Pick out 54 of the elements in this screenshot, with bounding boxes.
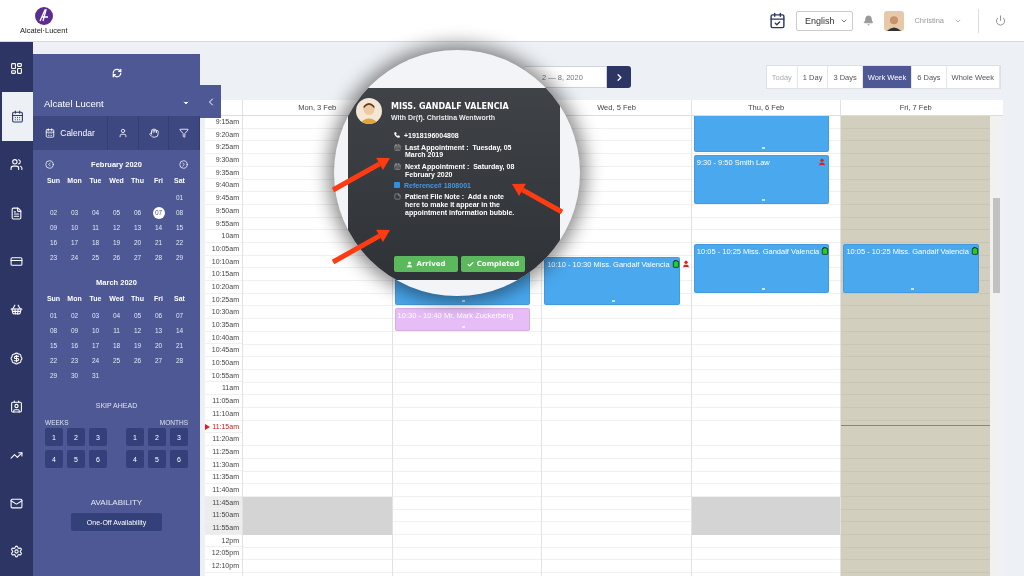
next-month-icon[interactable] [179, 159, 188, 169]
calendar-icon [11, 110, 24, 124]
resize-handle[interactable] [761, 198, 765, 201]
nav-item[interactable] [0, 92, 33, 141]
calendar-icon [394, 143, 401, 151]
filter-icon [179, 128, 190, 138]
card-icon [10, 255, 23, 269]
patient-name: MISS. GANDALF VALENCIA [391, 101, 509, 111]
resize-handle[interactable] [911, 287, 915, 290]
check-icon [466, 260, 474, 268]
scrollbar[interactable] [990, 116, 1003, 576]
clipboard-icon [970, 247, 979, 255]
appointment[interactable] [693, 116, 830, 153]
people-icon [10, 158, 23, 172]
clipboard-icon [671, 259, 680, 268]
resize-handle[interactable] [612, 300, 615, 303]
notification-icon[interactable] [863, 15, 875, 26]
calendar-icon [394, 163, 401, 171]
calendar-check-icon[interactable] [768, 12, 786, 29]
settings-icon [10, 545, 23, 559]
pointer-arrow [331, 229, 390, 265]
basket-icon [10, 303, 23, 317]
logo-icon [34, 6, 53, 25]
document-icon [10, 206, 23, 220]
next-button[interactable] [607, 66, 631, 88]
previous-month-icon[interactable] [45, 159, 54, 169]
dashboard-icon [10, 61, 23, 75]
note-icon [394, 193, 401, 201]
scroll-thumb[interactable] [993, 198, 1000, 293]
power-icon[interactable] [995, 15, 1006, 26]
language-select[interactable]: English [795, 10, 854, 31]
hand-clock-icon [148, 128, 159, 138]
resize-handle[interactable] [462, 325, 466, 328]
dollar-icon [10, 351, 23, 365]
phone-icon [394, 132, 400, 138]
avatar[interactable] [884, 10, 905, 31]
organization-select[interactable]: Alcatel Lucent [33, 92, 200, 114]
contact-card-icon [10, 400, 23, 414]
person-icon [681, 259, 690, 268]
caret-icon [182, 99, 190, 107]
pointer-arrow [512, 183, 564, 215]
person-icon [406, 260, 414, 268]
person-icon [818, 158, 827, 167]
clipboard-icon [821, 247, 830, 255]
resize-handle[interactable] [462, 299, 466, 302]
resize-handle[interactable] [761, 147, 765, 150]
section-title: AVAILABILITY [89, 498, 144, 507]
resize-handle[interactable] [761, 287, 765, 290]
calendar-icon [45, 128, 56, 138]
pointer-arrow [331, 157, 390, 193]
reference-icon [394, 182, 400, 189]
person-icon [117, 128, 128, 138]
mail-icon [10, 496, 23, 510]
refresh-icon[interactable] [111, 68, 122, 78]
